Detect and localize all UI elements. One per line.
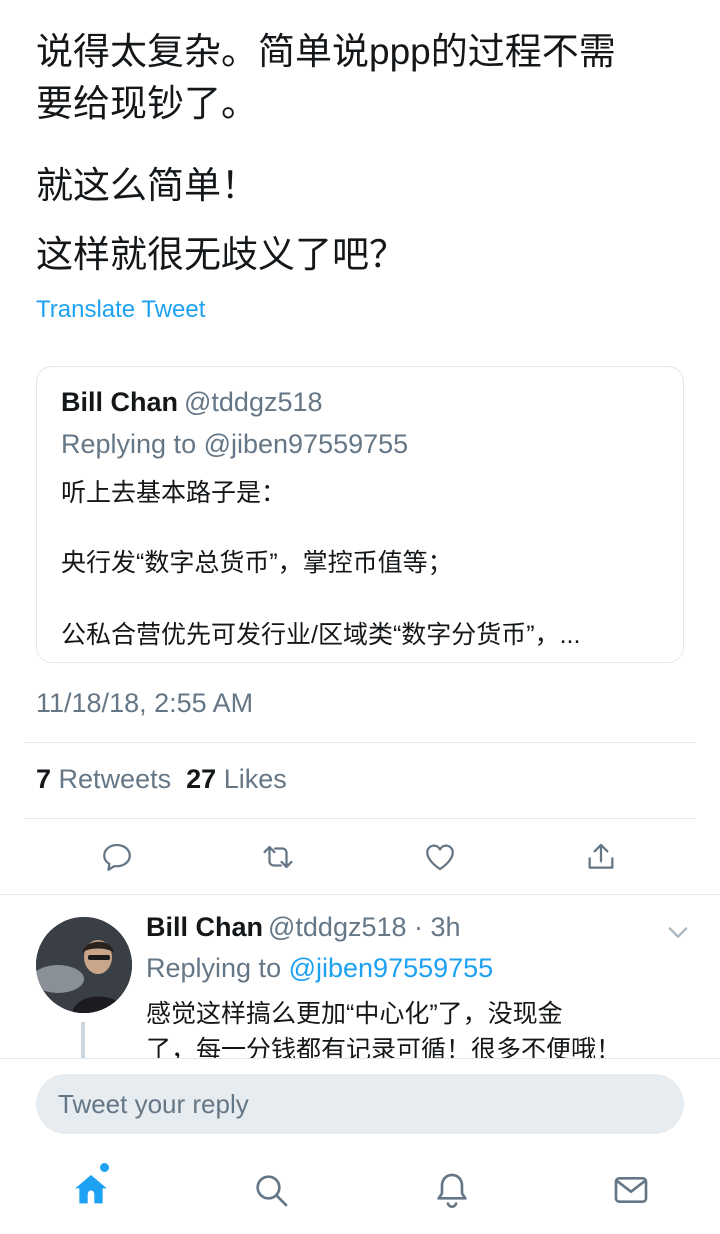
divider (24, 818, 696, 819)
retweet-icon (263, 845, 293, 869)
likes-count[interactable]: 27 (186, 764, 216, 794)
likes-label[interactable]: Likes (224, 764, 287, 794)
tweet-timestamp: 11/18/18, 2:55 AM (36, 688, 254, 718)
retweets-count[interactable]: 7 (36, 764, 51, 794)
quoted-text-line-2: 央行发“数字总货币”，掌控币值等； (61, 549, 453, 577)
notifications-icon (437, 1173, 467, 1208)
tweet-paragraph-3: 这样就很无歧义了吧？ (36, 234, 406, 275)
quoted-replying-to: Replying to @jiben97559755 (61, 429, 409, 459)
tweet-paragraph-2: 就这么简单！ (36, 165, 258, 206)
reply-author-meta: @tddgz518 · 3h (268, 912, 461, 942)
like-button[interactable] (416, 833, 464, 881)
share-icon (588, 843, 614, 869)
retweet-button[interactable] (254, 833, 302, 881)
home-icon (75, 1175, 107, 1204)
quoted-text-line-1: 听上去基本路子是： (61, 479, 287, 507)
quoted-tweet-card[interactable]: Bill Chan @tddgz518 Replying to @jiben97… (36, 366, 684, 663)
share-button[interactable] (577, 833, 625, 881)
nav-search[interactable] (247, 1166, 295, 1214)
tweet-line-1: 说得太复杂。简单说ppp的过程不需 (36, 31, 616, 72)
divider (0, 894, 720, 895)
tweet-stats: 7 Retweets 27 Likes (36, 764, 287, 795)
quoted-text-line-3: 公私合营优先可发行业/区域类“数字分货币”，... (61, 621, 581, 649)
tweet-text: 说得太复杂。简单说ppp的过程不需 要给现钞了。 (36, 26, 686, 130)
avatar[interactable] (36, 917, 132, 1013)
retweets-label[interactable]: Retweets (59, 764, 172, 794)
reply-author-name[interactable]: Bill Chan (146, 912, 263, 943)
reply-button[interactable] (93, 833, 141, 881)
nav-messages[interactable] (607, 1166, 655, 1214)
replying-prefix: Replying to (146, 953, 289, 983)
translate-tweet-link[interactable]: Translate Tweet (36, 296, 205, 324)
reply-replying-to: Replying to @jiben97559755 (146, 953, 493, 984)
tweet-line-2: 要给现钞了。 (36, 83, 258, 124)
quoted-author-handle: @tddgz518 (184, 387, 323, 417)
search-icon (256, 1175, 288, 1207)
reply-composer-input[interactable]: Tweet your reply (36, 1074, 684, 1134)
nav-home[interactable] (67, 1166, 115, 1214)
reply-icon (103, 843, 131, 871)
nav-notifications[interactable] (428, 1166, 476, 1214)
heart-icon (426, 844, 454, 871)
chevron-down-icon[interactable] (664, 918, 692, 946)
reply-text-line-1: 感觉这样搞么更加“中心化”了，没现金 (146, 1000, 563, 1028)
home-notification-dot (100, 1163, 109, 1172)
messages-icon (614, 1177, 648, 1203)
quoted-author-name: Bill Chan (61, 387, 179, 417)
avatar-image (36, 917, 132, 1013)
divider (24, 742, 696, 743)
thread-line (81, 1022, 85, 1062)
replying-handle-link[interactable]: @jiben97559755 (289, 953, 494, 983)
